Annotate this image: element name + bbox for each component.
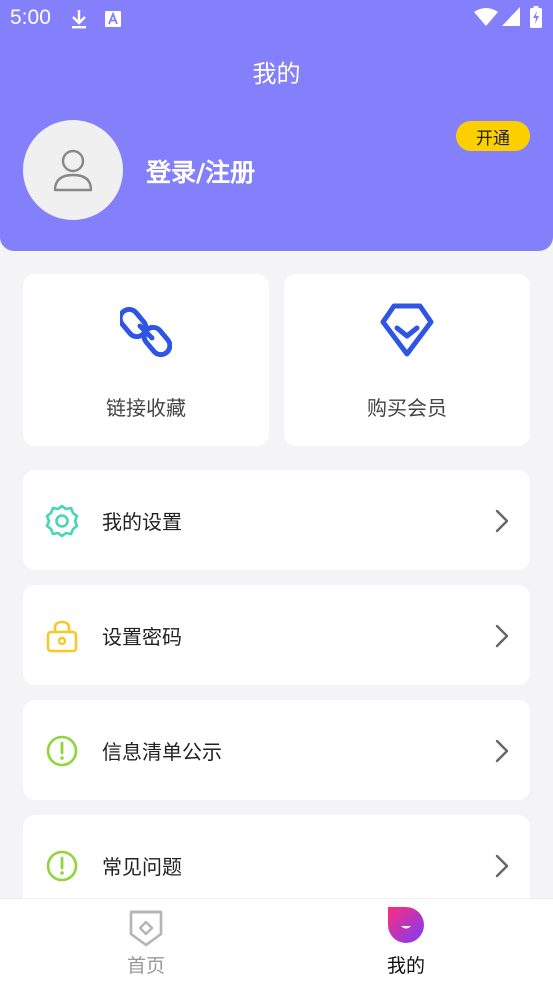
- avatar[interactable]: [23, 120, 123, 220]
- mine-tab-icon: [388, 907, 424, 943]
- menu-item-label: 信息清单公示: [102, 740, 222, 764]
- menu-item-label: 我的设置: [102, 510, 182, 534]
- page-title: 我的: [252, 60, 301, 88]
- login-register-link[interactable]: 登录/注册: [146, 153, 255, 189]
- nav-tab-mine[interactable]: 我的: [268, 899, 544, 984]
- chevron-right-icon: [495, 624, 509, 648]
- alert-circle-icon: [46, 735, 78, 767]
- menu-item-set-password[interactable]: 设置密码: [23, 585, 530, 685]
- app-notification-icon: [105, 11, 121, 27]
- vip-open-button[interactable]: 开通: [456, 121, 530, 151]
- nav-tab-label: 我的: [386, 955, 425, 977]
- status-time: 5:00: [10, 6, 51, 29]
- lock-icon: [46, 620, 78, 653]
- menu-item-my-settings[interactable]: 我的设置: [23, 470, 530, 570]
- nav-tab-home[interactable]: 首页: [8, 899, 284, 984]
- user-icon: [53, 149, 93, 192]
- chevron-right-icon: [495, 739, 509, 763]
- profile-screen: 5:00 我的 登录/注册 开通 链接收藏 购买会员 我的设置 设置密码 信息清…: [0, 0, 553, 984]
- status-bar: 5:00: [0, 0, 553, 38]
- link-favorites-label: 链接收藏: [106, 396, 186, 420]
- bottom-nav: 首页 我的: [0, 898, 553, 984]
- menu-item-label: 设置密码: [102, 625, 182, 649]
- chevron-right-icon: [495, 509, 509, 533]
- vip-shield-icon: [380, 303, 434, 357]
- link-icon: [120, 306, 172, 358]
- gear-icon: [45, 504, 79, 538]
- download-icon: [72, 10, 86, 29]
- buy-membership-label: 购买会员: [367, 396, 447, 420]
- battery-charging-icon: [530, 6, 542, 28]
- home-icon: [129, 910, 163, 947]
- wifi-icon: [474, 8, 498, 26]
- menu-item-info-disclosure[interactable]: 信息清单公示: [23, 700, 530, 800]
- nav-tab-label: 首页: [126, 955, 165, 977]
- alert-circle-icon: [46, 850, 78, 882]
- menu-item-label: 常见问题: [102, 855, 182, 879]
- cellular-signal-icon: [502, 7, 520, 26]
- profile-header: 5:00 我的 登录/注册 开通: [0, 0, 553, 251]
- chevron-right-icon: [495, 854, 509, 878]
